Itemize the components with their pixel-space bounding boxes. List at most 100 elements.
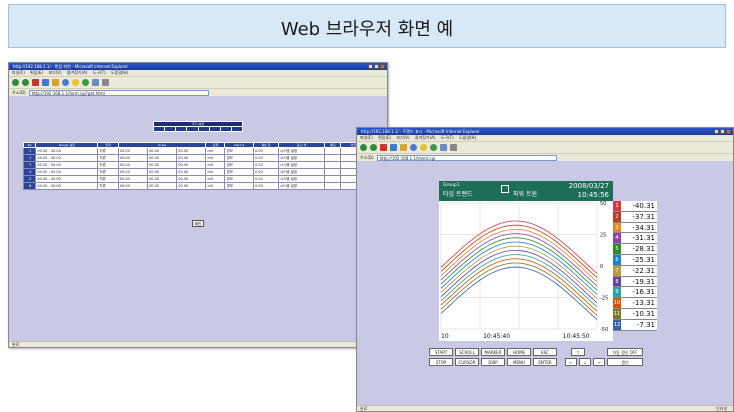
table-cell-input[interactable]: 00.00 bbox=[147, 168, 178, 176]
menu-tools[interactable]: 도구(T) bbox=[441, 135, 454, 140]
control-button[interactable]: ← bbox=[565, 358, 577, 366]
table-cell-input[interactable]: 00.00 - 00.00 bbox=[35, 161, 99, 169]
table-cell-input[interactable]: 시스템 설정 bbox=[277, 147, 326, 155]
table-cell-input[interactable]: 경보 bbox=[224, 168, 254, 176]
control-button[interactable]: ↓ bbox=[579, 358, 591, 366]
menu-view[interactable]: 보기(V) bbox=[48, 70, 61, 75]
stop-icon[interactable] bbox=[32, 79, 39, 86]
menu-help[interactable]: 도움말(H) bbox=[111, 70, 128, 75]
control-button[interactable]: → bbox=[593, 358, 605, 366]
table-cell-input[interactable]: 0.00 bbox=[252, 168, 279, 176]
period-cell[interactable] bbox=[186, 126, 199, 132]
control-button[interactable]: MENU bbox=[507, 358, 531, 366]
table-cell-input[interactable]: 00.00 bbox=[147, 175, 178, 183]
table-cell-input[interactable]: 00.00 - 00.00 bbox=[35, 168, 99, 176]
control-button[interactable]: 갱신 bbox=[607, 358, 643, 366]
address-input[interactable]: http://192.168.1.1/trend.cgi bbox=[376, 154, 557, 161]
period-cell[interactable] bbox=[175, 126, 188, 132]
table-cell-input[interactable]: 시스템 설정 bbox=[277, 154, 326, 162]
table-cell-input[interactable]: 직류 bbox=[97, 154, 119, 162]
control-button[interactable]: MARKER bbox=[481, 348, 505, 356]
table-cell-input[interactable]: mV bbox=[205, 168, 226, 176]
control-button[interactable]: ↑ bbox=[571, 348, 585, 356]
favorites-icon[interactable] bbox=[72, 79, 79, 86]
maximize-button[interactable] bbox=[374, 64, 379, 69]
table-cell-input[interactable]: 0.00 bbox=[252, 182, 279, 190]
mail-icon[interactable] bbox=[440, 144, 447, 151]
table-cell-input[interactable]: 시스템 설정 bbox=[277, 168, 326, 176]
favorites-icon[interactable] bbox=[420, 144, 427, 151]
browser-window-trend[interactable]: http://192.168.1.1/ - 트렌드 표시 - Microsoft… bbox=[356, 127, 734, 412]
period-cell[interactable] bbox=[164, 126, 177, 132]
menu-file[interactable]: 파일(F) bbox=[12, 70, 25, 75]
minimize-button[interactable] bbox=[368, 64, 373, 69]
print-icon[interactable] bbox=[102, 79, 109, 86]
table-cell-input[interactable] bbox=[324, 168, 342, 176]
forward-icon[interactable] bbox=[22, 79, 29, 86]
search-icon[interactable] bbox=[410, 144, 417, 151]
control-button[interactable]: HOME bbox=[507, 348, 531, 356]
control-button[interactable]: CURSOR bbox=[455, 358, 479, 366]
minimize-button[interactable] bbox=[714, 129, 719, 134]
close-button[interactable] bbox=[726, 129, 731, 134]
table-cell-input[interactable]: 00.00 - 00.00 bbox=[35, 175, 99, 183]
table-cell-input[interactable]: 00.00 bbox=[147, 154, 178, 162]
back-icon[interactable] bbox=[12, 79, 19, 86]
table-cell-input[interactable]: 시스템 설정 bbox=[277, 175, 326, 183]
table-cell-input[interactable]: 직류 bbox=[97, 147, 119, 155]
refresh-icon[interactable] bbox=[42, 79, 49, 86]
mail-icon[interactable] bbox=[92, 79, 99, 86]
home-icon[interactable] bbox=[52, 79, 59, 86]
table-cell-input[interactable]: mV bbox=[205, 161, 226, 169]
control-button[interactable]: START bbox=[429, 348, 453, 356]
table-cell-input[interactable]: 00.00 - 00.00 bbox=[35, 147, 99, 155]
table-cell-input[interactable]: 00.00 bbox=[147, 161, 178, 169]
table-cell-input[interactable]: 직류 bbox=[97, 168, 119, 176]
control-button[interactable]: 자동 갱신 OFF bbox=[607, 348, 643, 356]
period-cell[interactable] bbox=[208, 126, 221, 132]
browser-window-settings[interactable]: http://192.168.1.1/ - 편집 화면 - Microsoft … bbox=[8, 62, 388, 348]
close-button[interactable] bbox=[380, 64, 385, 69]
period-cell[interactable] bbox=[219, 126, 232, 132]
table-cell-input[interactable]: 직류 bbox=[97, 182, 119, 190]
table-cell-input[interactable]: 00.00 bbox=[176, 161, 207, 169]
table-cell-input[interactable]: 00.00 bbox=[176, 154, 207, 162]
table-cell-input[interactable] bbox=[324, 175, 342, 183]
table-cell-input[interactable]: 직류 bbox=[97, 161, 119, 169]
title-bar[interactable]: http://192.168.1.1/ - 트렌드 표시 - Microsoft… bbox=[357, 128, 733, 135]
table-cell-input[interactable]: 0.00 bbox=[252, 175, 279, 183]
control-button[interactable]: ENTER bbox=[533, 358, 557, 366]
menu-help[interactable]: 도움말(H) bbox=[459, 135, 476, 140]
table-cell-input[interactable] bbox=[324, 161, 342, 169]
menu-view[interactable]: 보기(V) bbox=[396, 135, 409, 140]
control-button[interactable]: ESC bbox=[533, 348, 557, 356]
menu-file[interactable]: 파일(F) bbox=[360, 135, 373, 140]
stop-icon[interactable] bbox=[380, 144, 387, 151]
search-icon[interactable] bbox=[62, 79, 69, 86]
table-cell-input[interactable]: 경보 bbox=[224, 154, 254, 162]
back-icon[interactable] bbox=[360, 144, 367, 151]
table-cell-input[interactable]: mV bbox=[205, 147, 226, 155]
table-cell-input[interactable]: 00.00 bbox=[117, 147, 149, 155]
table-cell-input[interactable]: 00.00 bbox=[147, 182, 178, 190]
refresh-icon[interactable] bbox=[390, 144, 397, 151]
table-cell-input[interactable]: 0.00 bbox=[252, 161, 279, 169]
media-icon[interactable] bbox=[82, 79, 89, 86]
title-bar[interactable]: http://192.168.1.1/ - 편집 화면 - Microsoft … bbox=[9, 63, 387, 70]
table-cell-input[interactable]: 0.00 bbox=[252, 147, 279, 155]
period-cell[interactable] bbox=[230, 126, 244, 132]
table-cell-input[interactable]: 시스템 설정 bbox=[277, 182, 326, 190]
table-cell-input[interactable] bbox=[324, 154, 342, 162]
table-cell-input[interactable]: 00.00 bbox=[176, 175, 207, 183]
table-cell-input[interactable]: 00.00 bbox=[176, 147, 207, 155]
table-cell-input[interactable]: mV bbox=[205, 175, 226, 183]
table-cell-input[interactable]: 00.00 bbox=[117, 175, 149, 183]
table-cell-input[interactable]: mV bbox=[205, 154, 226, 162]
forward-icon[interactable] bbox=[370, 144, 377, 151]
table-cell-input[interactable]: 직류 bbox=[97, 175, 119, 183]
table-cell-input[interactable]: 00.00 bbox=[117, 161, 149, 169]
control-button[interactable]: SCROLL bbox=[455, 348, 479, 356]
table-cell-input[interactable]: 시스템 설정 bbox=[277, 161, 326, 169]
period-cell[interactable] bbox=[152, 126, 166, 132]
table-cell-input[interactable]: 0.00 bbox=[252, 154, 279, 162]
